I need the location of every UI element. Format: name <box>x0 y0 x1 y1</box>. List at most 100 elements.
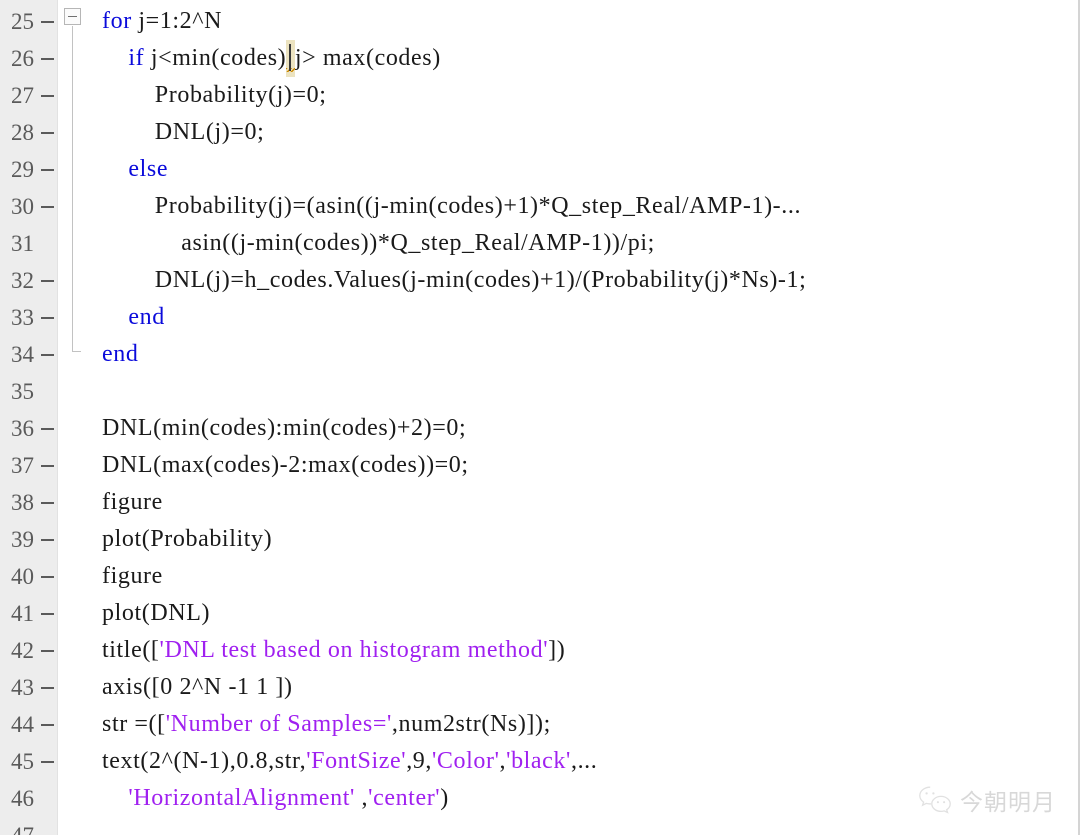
code-line-content: Probability(j)=0; <box>58 77 327 114</box>
code-line-27[interactable]: Probability(j)=0; <box>58 77 1078 114</box>
breakpoint-dash-icon[interactable] <box>41 205 54 208</box>
breakpoint-dash-icon[interactable] <box>41 649 54 652</box>
line-number: 27 <box>11 83 34 108</box>
gutter-line-25[interactable]: 25 <box>0 3 57 40</box>
token-plain: title([ <box>102 637 160 663</box>
line-number: 47 <box>11 824 36 835</box>
line-number: 26 <box>11 46 34 71</box>
code-line-38[interactable]: figure <box>58 484 1078 521</box>
gutter-line-28[interactable]: 28 <box>0 114 57 151</box>
token-kw: for <box>102 8 132 34</box>
text-caret[interactable] <box>286 40 295 77</box>
breakpoint-dash-icon[interactable] <box>41 686 54 689</box>
code-line-39[interactable]: plot(Probability) <box>58 521 1078 558</box>
breakpoint-dash-icon[interactable] <box>41 612 54 615</box>
breakpoint-slot-empty <box>41 798 54 800</box>
code-line-content: DNL(j)=h_codes.Values(j-min(codes)+1)/(P… <box>58 262 806 299</box>
token-plain: ,num2str(Ns)]); <box>391 711 551 737</box>
line-number: 43 <box>11 675 34 700</box>
token-plain: asin((j-min(codes))*Q_step_Real/AMP-1))/… <box>102 230 655 256</box>
gutter-line-45[interactable]: 45 <box>0 743 57 780</box>
gutter-line-37[interactable]: 37 <box>0 447 57 484</box>
code-line-31[interactable]: asin((j-min(codes))*Q_step_Real/AMP-1))/… <box>58 225 1078 262</box>
gutter-line-35[interactable]: 35 <box>0 373 57 410</box>
gutter-line-43[interactable]: 43 <box>0 669 57 706</box>
breakpoint-dash-icon[interactable] <box>41 353 54 356</box>
token-str: 'DNL test based on histogram method' <box>159 637 549 663</box>
gutter-line-40[interactable]: 40 <box>0 558 57 595</box>
code-line-32[interactable]: DNL(j)=h_codes.Values(j-min(codes)+1)/(P… <box>58 262 1078 299</box>
line-number: 38 <box>11 490 34 515</box>
code-line-34[interactable]: end <box>58 336 1078 373</box>
code-fold-toggle-icon[interactable] <box>64 8 81 25</box>
line-number: 25 <box>11 9 34 34</box>
code-line-40[interactable]: figure <box>58 558 1078 595</box>
gutter-line-36[interactable]: 36 <box>0 410 57 447</box>
code-fold-bracket-foot <box>72 351 81 352</box>
code-line-42[interactable]: title(['DNL test based on histogram meth… <box>58 632 1078 669</box>
code-line-37[interactable]: DNL(max(codes)-2:max(codes))=0; <box>58 447 1078 484</box>
editor-gutter[interactable]: 25 26 27 28 29 30 31 32 33 34 35 36 37 38 39 40 41 42 43 44… <box>0 0 58 835</box>
breakpoint-dash-icon[interactable] <box>41 279 54 282</box>
code-line-36[interactable]: DNL(min(codes):min(codes)+2)=0; <box>58 410 1078 447</box>
breakpoint-dash-icon[interactable] <box>41 575 54 578</box>
token-plain: DNL(max(codes)-2:max(codes))=0; <box>102 452 469 478</box>
token-plain: ) <box>440 785 449 811</box>
code-line-43[interactable]: axis([0 2^N -1 1 ]) <box>58 669 1078 706</box>
code-line-25[interactable]: for j=1:2^N <box>58 3 1078 40</box>
code-line-content: asin((j-min(codes))*Q_step_Real/AMP-1))/… <box>58 225 655 262</box>
code-line-30[interactable]: Probability(j)=(asin((j-min(codes)+1)*Q_… <box>58 188 1078 225</box>
gutter-line-30[interactable]: 30 <box>0 188 57 225</box>
gutter-line-26[interactable]: 26 <box>0 40 57 77</box>
code-line-28[interactable]: DNL(j)=0; <box>58 114 1078 151</box>
code-line-29[interactable]: else <box>58 151 1078 188</box>
code-line-content: DNL(j)=0; <box>58 114 264 151</box>
code-line-41[interactable]: plot(DNL) <box>58 595 1078 632</box>
gutter-line-27[interactable]: 27 <box>0 77 57 114</box>
line-number: 32 <box>11 268 34 293</box>
code-line-content: figure <box>58 484 163 521</box>
breakpoint-dash-icon[interactable] <box>41 94 54 97</box>
breakpoint-dash-icon[interactable] <box>41 723 54 726</box>
gutter-line-41[interactable]: 41 <box>0 595 57 632</box>
code-line-content: axis([0 2^N -1 1 ]) <box>58 669 293 706</box>
code-line-47[interactable] <box>58 817 1078 835</box>
breakpoint-dash-icon[interactable] <box>41 57 54 60</box>
matlab-editor-window[interactable]: 25 26 27 28 29 30 31 32 33 34 35 36 37 38 39 40 41 42 43 44… <box>0 0 1080 835</box>
gutter-line-44[interactable]: 44 <box>0 706 57 743</box>
breakpoint-dash-icon[interactable] <box>41 760 54 763</box>
gutter-line-46[interactable]: 46 <box>0 780 57 817</box>
gutter-line-39[interactable]: 39 <box>0 521 57 558</box>
breakpoint-dash-icon[interactable] <box>41 168 54 171</box>
gutter-line-34[interactable]: 34 <box>0 336 57 373</box>
code-line-44[interactable]: str =(['Number of Samples=',num2str(Ns)]… <box>58 706 1078 743</box>
breakpoint-dash-icon[interactable] <box>41 538 54 541</box>
breakpoint-dash-icon[interactable] <box>41 427 54 430</box>
token-plain: , <box>354 785 369 811</box>
token-plain: str =([ <box>102 711 166 737</box>
breakpoint-dash-icon[interactable] <box>41 20 54 23</box>
gutter-line-42[interactable]: 42 <box>0 632 57 669</box>
gutter-line-47[interactable]: 47 <box>0 817 57 835</box>
breakpoint-dash-icon[interactable] <box>41 316 54 319</box>
code-line-26[interactable]: if j<min(codes) j> max(codes) <box>58 40 1078 77</box>
code-line-46[interactable]: 'HorizontalAlignment' ,'center') <box>58 780 1078 817</box>
line-number: 46 <box>11 786 34 811</box>
breakpoint-dash-icon[interactable] <box>41 501 54 504</box>
gutter-line-32[interactable]: 32 <box>0 262 57 299</box>
gutter-line-31[interactable]: 31 <box>0 225 57 262</box>
gutter-line-33[interactable]: 33 <box>0 299 57 336</box>
code-line-35[interactable] <box>58 373 1078 410</box>
code-line-content: text(2^(N-1),0.8,str,'FontSize',9,'Color… <box>58 743 597 780</box>
gutter-line-38[interactable]: 38 <box>0 484 57 521</box>
code-line-45[interactable]: text(2^(N-1),0.8,str,'FontSize',9,'Color… <box>58 743 1078 780</box>
breakpoint-dash-icon[interactable] <box>41 131 54 134</box>
code-line-33[interactable]: end <box>58 299 1078 336</box>
gutter-line-29[interactable]: 29 <box>0 151 57 188</box>
code-line-content: title(['DNL test based on histogram meth… <box>58 632 565 669</box>
editor-code-area[interactable]: for j=1:2^N if j<min(codes) j> max(codes… <box>58 0 1078 835</box>
breakpoint-dash-icon[interactable] <box>41 464 54 467</box>
code-line-content: 'HorizontalAlignment' ,'center') <box>58 780 449 817</box>
